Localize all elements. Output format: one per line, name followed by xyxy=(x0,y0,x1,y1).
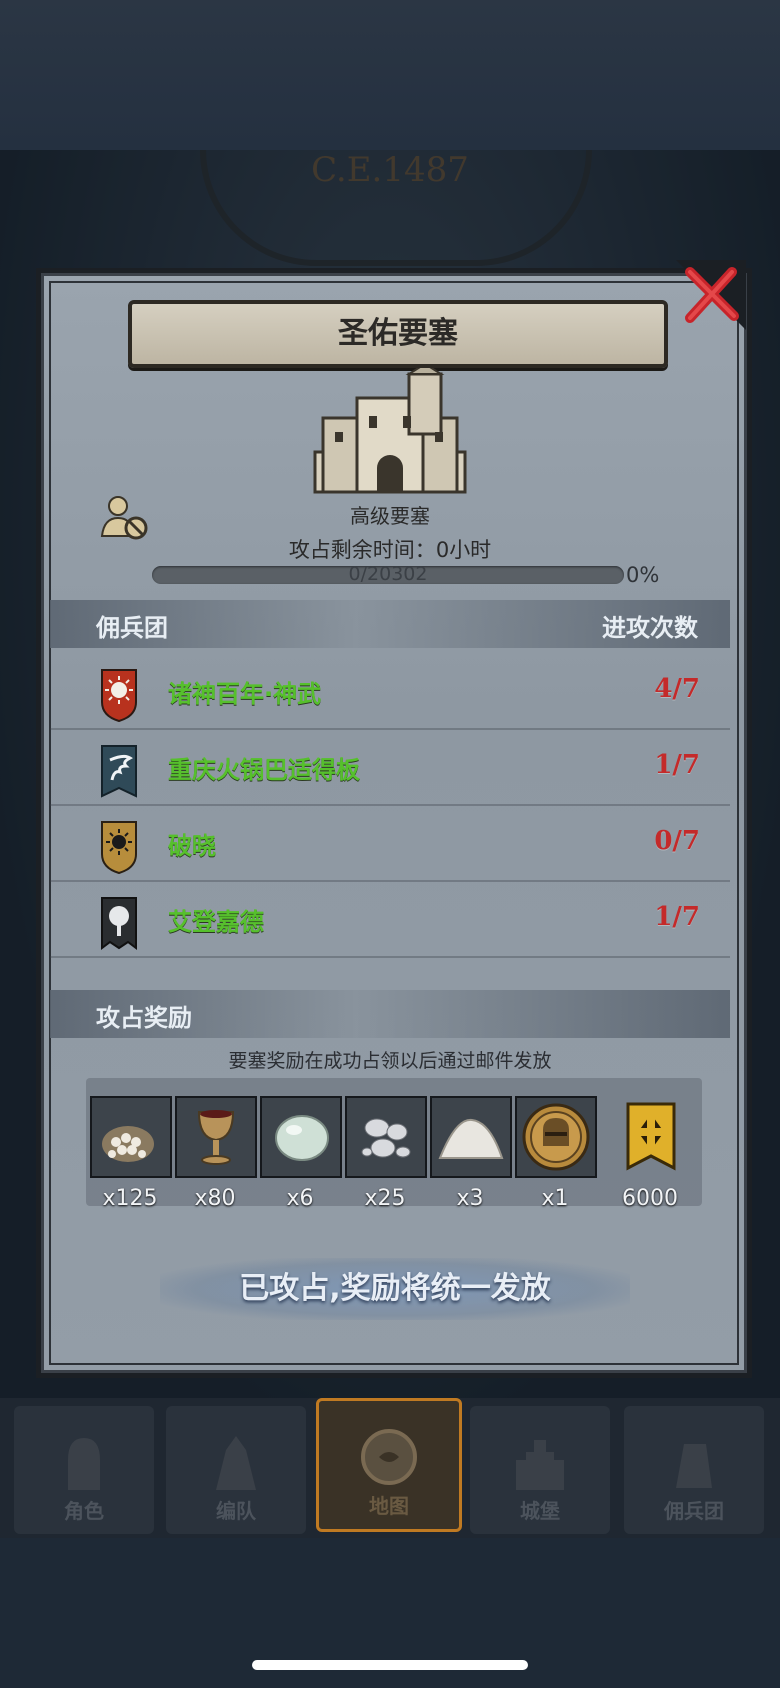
occupy-time-label: 攻占剩余时间： xyxy=(288,538,436,562)
salt-pile-icon xyxy=(430,1096,512,1178)
mercenary-name: 破晓 xyxy=(168,832,216,860)
reward-qty: x3 xyxy=(456,1186,484,1211)
close-icon[interactable] xyxy=(676,260,746,330)
knight-helmet-coin-icon xyxy=(515,1096,597,1178)
formation-icon xyxy=(216,1436,256,1490)
nav-item-castle[interactable]: 城堡 xyxy=(470,1406,610,1534)
attack-count: 1/7 xyxy=(654,750,700,780)
attack-count: 1/7 xyxy=(654,902,700,932)
nav-label: 角色 xyxy=(64,1499,104,1523)
nav-item-formation[interactable]: 编队 xyxy=(166,1406,306,1534)
occupy-progress-text: 0/20302 xyxy=(348,563,428,585)
occupy-time-value: 0 xyxy=(435,538,450,562)
reward-item[interactable]: x1 xyxy=(515,1096,597,1211)
reward-item[interactable]: x125 xyxy=(90,1096,172,1211)
reward-qty: 6000 xyxy=(622,1186,678,1211)
nav-label: 编队 xyxy=(216,1499,256,1523)
knight-icon xyxy=(68,1438,100,1490)
jade-stone-icon xyxy=(260,1096,342,1178)
fortress-icon xyxy=(313,368,467,494)
mercenary-name: 诸神百年·神武 xyxy=(168,680,322,708)
nav-label: 地图 xyxy=(369,1494,409,1518)
reward-qty: x6 xyxy=(286,1186,314,1211)
mercenary-name: 艾登嘉德 xyxy=(168,908,264,936)
reward-item[interactable]: 6000 xyxy=(610,1096,690,1211)
attack-count: 4/7 xyxy=(654,674,700,704)
mercenary-name: 重庆火锅巴适得板 xyxy=(168,756,360,784)
attack-count: 0/7 xyxy=(654,826,700,856)
nav-label: 佣兵团 xyxy=(664,1499,724,1523)
tree-banner-icon xyxy=(101,897,137,950)
nav-item-mercenary[interactable]: 佣兵团 xyxy=(624,1406,764,1534)
grain-sack-icon xyxy=(90,1096,172,1178)
mercenary-row[interactable]: 重庆火锅巴适得板 1/7 xyxy=(50,730,730,806)
no-garrison-icon[interactable] xyxy=(100,496,152,540)
reward-note: 要塞奖励在成功占领以后通过邮件发放 xyxy=(228,1050,552,1072)
compass-map-icon xyxy=(361,1429,417,1485)
home-indicator[interactable] xyxy=(252,1660,528,1670)
reward-qty: x80 xyxy=(194,1186,236,1211)
reward-item[interactable]: x80 xyxy=(175,1096,257,1211)
reward-section-label: 攻占奖励 xyxy=(96,1004,192,1032)
occupy-progress-percent: 0% xyxy=(626,563,660,587)
reward-item[interactable]: x6 xyxy=(260,1096,342,1211)
reward-item[interactable]: x3 xyxy=(430,1096,512,1211)
mercenary-row[interactable]: 诸神百年·神武 4/7 xyxy=(50,654,730,730)
mercenary-section-label: 佣兵团 xyxy=(96,614,168,642)
gold-banner-icon xyxy=(626,1102,676,1171)
reward-item[interactable]: x25 xyxy=(345,1096,427,1211)
nav-label: 城堡 xyxy=(520,1499,560,1523)
dialog-title: 圣佑要塞 xyxy=(128,300,668,368)
wing-banner-icon xyxy=(101,745,137,798)
sun-shield-icon xyxy=(101,669,137,722)
dark-sun-shield-icon xyxy=(101,821,137,874)
mercenary-icon xyxy=(676,1444,712,1488)
silver-ore-icon xyxy=(345,1096,427,1178)
goblet-icon xyxy=(175,1096,257,1178)
mercenary-row[interactable]: 破晓 0/7 xyxy=(50,806,730,882)
top-bar xyxy=(0,0,780,150)
attack-count-label: 进攻次数 xyxy=(602,614,698,642)
reward-qty: x1 xyxy=(541,1186,569,1211)
nav-item-map[interactable]: 地图 xyxy=(316,1398,462,1532)
nav-item-role[interactable]: 角色 xyxy=(14,1406,154,1534)
occupy-time-unit: 小时 xyxy=(449,538,492,562)
claimed-status-button[interactable]: 已攻占,奖励将统一发放 xyxy=(160,1258,630,1320)
mercenary-row[interactable]: 艾登嘉德 1/7 xyxy=(50,882,730,958)
reward-qty: x25 xyxy=(364,1186,406,1211)
castle-icon xyxy=(516,1440,564,1490)
reward-qty: x125 xyxy=(102,1186,158,1211)
